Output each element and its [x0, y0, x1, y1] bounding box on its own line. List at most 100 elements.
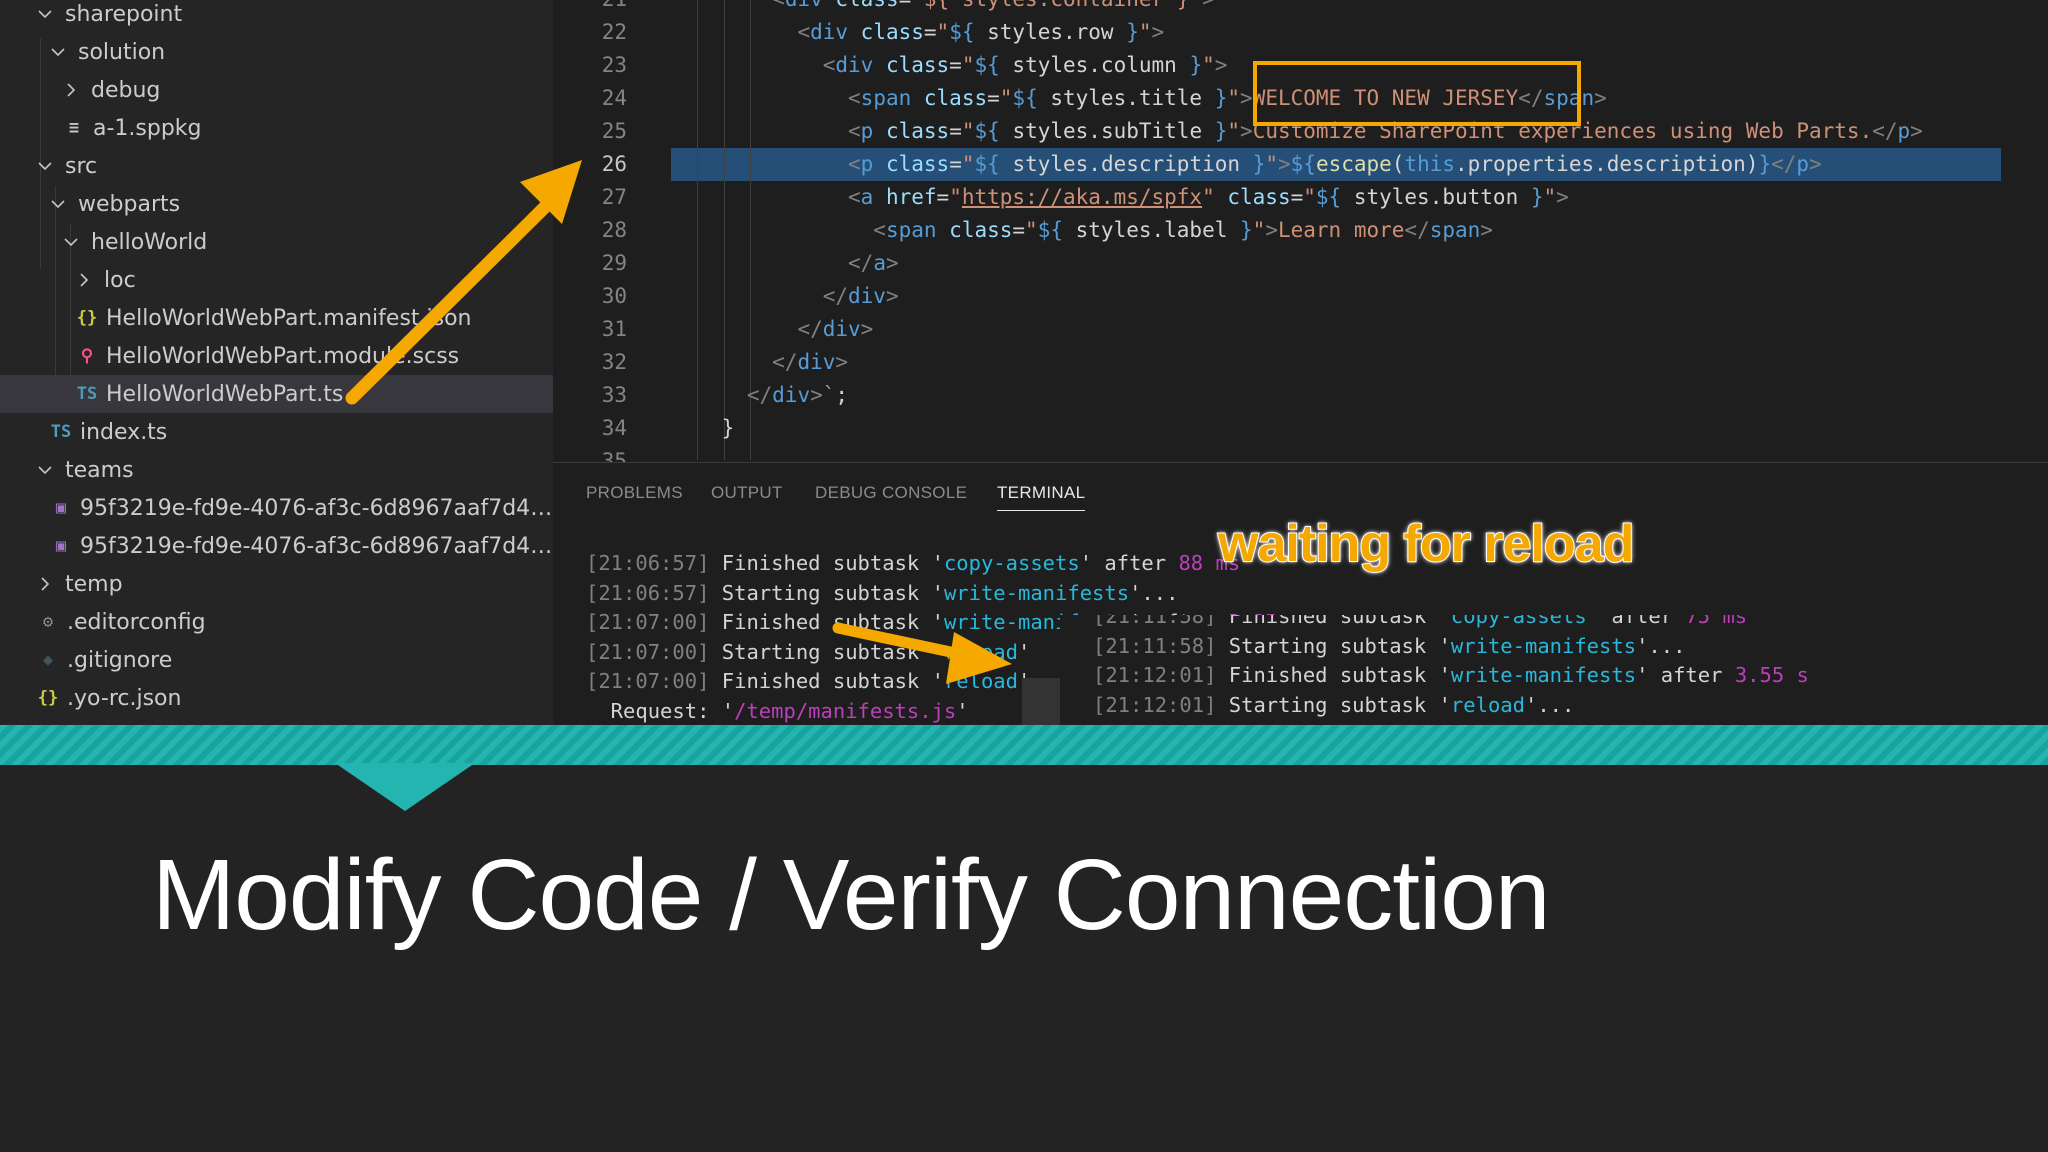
code-token: =: [1290, 185, 1304, 209]
terminal-token: [21:12:01]: [1093, 663, 1217, 687]
code-line[interactable]: <div class="${ styles.container }">: [671, 0, 1215, 16]
code-token: >: [835, 350, 849, 374]
image-file-icon: ▣: [55, 536, 67, 556]
panel-tab-debug-console[interactable]: DEBUG CONSOLE: [815, 483, 967, 503]
terminal-token: Finished subtask ': [709, 610, 944, 634]
code-token: <: [848, 86, 861, 110]
chevron-right-icon[interactable]: [63, 82, 79, 98]
terminal-token: [: [586, 610, 599, 634]
tree-file-95f3219e-fd9e-4076-af3c-6d8967aaf7d4-colo[interactable]: ▣ 95f3219e-fd9e-4076-af3c-6d8967aaf7d4_co…: [0, 489, 553, 527]
code-line[interactable]: <div class="${ styles.row }">: [671, 16, 1164, 49]
tree-file-helloworldwebpart-ts[interactable]: TS HelloWorldWebPart.ts: [0, 375, 553, 413]
tree-file-95f3219e-fd9e-4076-af3c-6d8967aaf7d4-outli[interactable]: ▣ 95f3219e-fd9e-4076-af3c-6d8967aaf7d4_ou…: [0, 527, 553, 565]
tree-file-helloworldwebpart-module-scss[interactable]: ⚲ HelloWorldWebPart.module.scss: [0, 337, 553, 375]
tree-folder-webparts[interactable]: webparts: [0, 185, 553, 223]
tree-file-helloworldwebpart-manifest-json[interactable]: {} HelloWorldWebPart.manifest.json: [0, 299, 553, 337]
code-token: </: [1872, 119, 1898, 143]
json-file-icon: {}: [37, 688, 59, 708]
panel-tab-output[interactable]: OUTPUT: [711, 483, 783, 503]
tree-file-editorconfig[interactable]: ⚙ .editorconfig: [0, 603, 553, 641]
code-line[interactable]: </div>: [671, 346, 848, 379]
tree-item-label: temp: [65, 571, 123, 597]
code-token: div: [785, 0, 823, 11]
code-line[interactable]: </div>: [671, 280, 899, 313]
code-token: href: [873, 185, 937, 209]
code-token: >: [1214, 53, 1228, 77]
tree-file-gitignore[interactable]: ◆ .gitignore: [0, 641, 553, 679]
code-token: >: [1809, 152, 1822, 176]
code-token: </: [797, 317, 823, 341]
code-line[interactable]: <span class="${ styles.label }">Learn mo…: [671, 214, 1493, 247]
tree-folder-temp[interactable]: temp: [0, 565, 553, 603]
terminal-line: [21:07:00] Finished subtask 'reload': [586, 667, 1030, 696]
tree-folder-loc[interactable]: loc: [0, 261, 553, 299]
code-token: class: [936, 218, 1013, 242]
chevron-down-icon[interactable]: [37, 158, 53, 174]
tree-file-yo-rc-json[interactable]: {} .yo-rc.json: [0, 679, 553, 717]
slide-footer: [0, 765, 2048, 1152]
tree-folder-sharepoint[interactable]: sharepoint: [0, 0, 553, 33]
code-line[interactable]: <p class="${ styles.description }">${esc…: [671, 148, 1822, 181]
chevron-down-icon[interactable]: [50, 44, 66, 60]
chevron-right-icon[interactable]: [76, 272, 92, 288]
code-token: <: [848, 185, 861, 209]
tree-folder-helloworld[interactable]: helloWorld: [0, 223, 553, 261]
code-token: }: [1758, 152, 1772, 176]
panel-tab-problems[interactable]: PROBLEMS: [586, 483, 683, 503]
code-line[interactable]: <a href="https://aka.ms/spfx" class="${ …: [671, 181, 1569, 214]
code-token: <: [797, 20, 811, 44]
code-token: this: [1404, 152, 1456, 176]
code-token: <: [772, 0, 785, 11]
terminal-line: [21:07:00] Starting subtask 'reload': [586, 638, 1030, 667]
code-token: styles.column: [999, 53, 1190, 77]
terminal-token: write-manifests: [1450, 663, 1637, 687]
terminal-token: write-manifests: [943, 580, 1130, 605]
panel-tab-terminal[interactable]: TERMINAL: [997, 483, 1086, 511]
tree-folder-teams[interactable]: teams: [0, 451, 553, 489]
chevron-down-icon[interactable]: [37, 6, 53, 22]
tree-folder-src[interactable]: src: [0, 147, 553, 185]
inset-terminal-line: [21:12:01] Finished subtask 'write-manif…: [1093, 661, 1809, 690]
code-token: Learn more: [1277, 218, 1405, 242]
code-token: class: [1214, 185, 1291, 209]
code-token: p: [860, 119, 874, 143]
tree-folder-debug[interactable]: debug: [0, 71, 553, 109]
code-line[interactable]: </div>`;: [671, 379, 848, 412]
terminal-token: 3.55 s: [1734, 663, 1809, 687]
code-token: ": [1138, 20, 1152, 44]
code-token: ": [961, 53, 975, 77]
code-token: ": [1543, 185, 1557, 209]
gear-file-icon: ⚙: [42, 612, 54, 632]
code-line[interactable]: </a>: [671, 247, 899, 280]
code-token: ;: [835, 383, 849, 407]
json-file-icon: {}: [76, 308, 98, 328]
code-token: class: [911, 86, 988, 110]
chevron-right-icon[interactable]: [37, 576, 53, 592]
code-token: =: [936, 185, 950, 209]
code-token: div: [835, 53, 874, 77]
tree-file-a-1-sppkg[interactable]: ≡ a-1.sppkg: [0, 109, 553, 147]
tree-item-label: .editorconfig: [67, 609, 206, 635]
line-number: 21: [553, 0, 627, 16]
code-token: =: [949, 119, 962, 143]
code-token: >: [1240, 86, 1253, 110]
tree-folder-solution[interactable]: solution: [0, 33, 553, 71]
terminal-token: Starting subtask ': [1216, 692, 1451, 717]
terminal-token: 21:07:00: [598, 639, 698, 664]
chevron-down-icon[interactable]: [37, 462, 53, 478]
code-line[interactable]: }: [671, 412, 735, 445]
chevron-down-icon[interactable]: [63, 234, 79, 250]
code-line[interactable]: <div class="${ styles.column }">: [671, 49, 1228, 82]
tree-file-index-ts[interactable]: TS index.ts: [0, 413, 553, 451]
chevron-down-icon[interactable]: [50, 196, 66, 212]
code-token: >: [1594, 86, 1607, 110]
tree-item-label: helloWorld: [91, 229, 208, 255]
code-token: p: [860, 152, 874, 176]
code-line[interactable]: </div>: [671, 313, 873, 346]
code-token: ": [961, 119, 975, 143]
code-token: styles.title: [1037, 86, 1215, 110]
